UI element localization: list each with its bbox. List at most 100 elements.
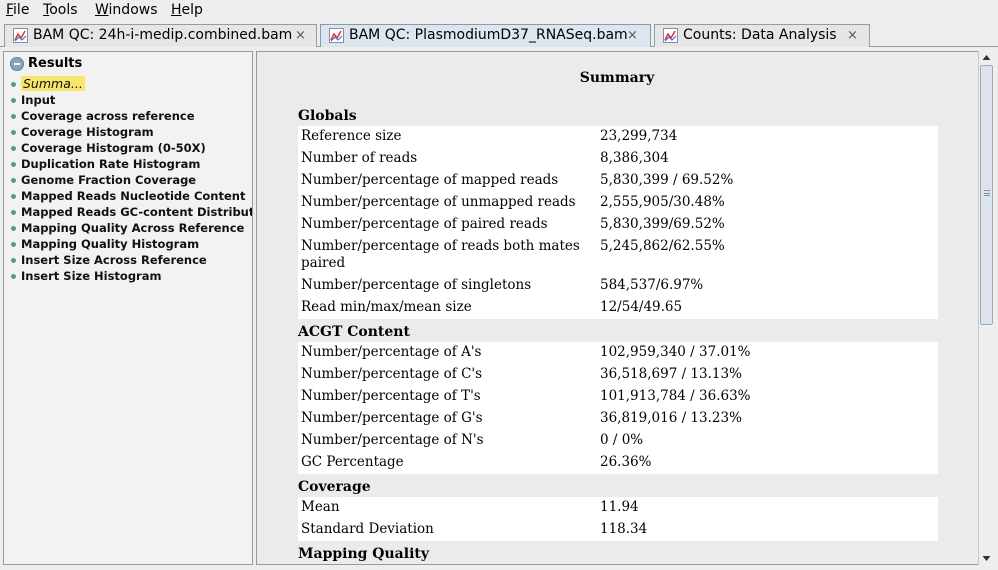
metric-value: 584,537/6.97% bbox=[600, 277, 704, 293]
metrics-table: Reference size 23,299,734 Number of reads 8… bbox=[298, 126, 938, 319]
table-row: Number/percentage of paired reads 5,830,3… bbox=[298, 214, 938, 236]
metric-name: Number/percentage of reads both mates pa… bbox=[301, 238, 580, 271]
table-row: Number/percentage of mapped reads 5,830,3… bbox=[298, 170, 938, 192]
tree-item-label: Genome Fraction Coverage bbox=[21, 173, 197, 187]
metric-name: Reference size bbox=[301, 128, 402, 144]
tree-item[interactable]: Mapping Quality Across Reference bbox=[8, 220, 244, 236]
table-row: Standard Deviation 118.34 bbox=[298, 519, 938, 541]
chart-icon bbox=[13, 28, 28, 43]
tree-item[interactable]: Summa... bbox=[8, 76, 85, 92]
table-row: Number/percentage of T's 101,913,784 / 36… bbox=[298, 386, 938, 408]
metric-name: Number/percentage of G's bbox=[301, 410, 483, 426]
tree-item-label: Insert Size Across Reference bbox=[21, 253, 207, 267]
table-row: Number of reads 8,386,304 bbox=[298, 148, 938, 170]
bullet-icon bbox=[11, 242, 16, 247]
collapse-icon[interactable] bbox=[10, 57, 24, 71]
section-heading: Coverage bbox=[298, 479, 371, 495]
menu-help[interactable]: Help bbox=[171, 1, 203, 19]
tree-item-label: Duplication Rate Histogram bbox=[21, 157, 201, 171]
metric-value: 102,959,340 / 37.01% bbox=[600, 344, 751, 360]
metric-name: GC Percentage bbox=[301, 454, 404, 470]
bullet-icon bbox=[11, 274, 16, 279]
section-heading: Mapping Quality bbox=[298, 546, 429, 562]
metric-value: 26.36% bbox=[600, 454, 652, 470]
tree-item[interactable]: Mapped Reads Nucleotide Content bbox=[8, 188, 245, 204]
metric-value: 2,555,905/30.48% bbox=[600, 194, 725, 210]
tree-item-label: Mapping Quality Across Reference bbox=[21, 221, 245, 235]
tree-item[interactable]: Duplication Rate Histogram bbox=[8, 156, 200, 172]
metric-value: 101,913,784 / 36.63% bbox=[600, 388, 751, 404]
close-icon[interactable]: × bbox=[627, 25, 638, 46]
tree-item[interactable]: Mapping Quality Histogram bbox=[8, 236, 199, 252]
chart-icon bbox=[663, 28, 678, 43]
metric-name: Mean bbox=[301, 499, 340, 515]
metric-value: 11.94 bbox=[600, 499, 639, 515]
bullet-icon bbox=[11, 258, 16, 263]
metric-value: 8,386,304 bbox=[600, 150, 669, 166]
tree-item-label: Input bbox=[21, 93, 56, 107]
bullet-icon bbox=[11, 114, 16, 119]
tree-item[interactable]: Mapped Reads GC-content Distributi bbox=[8, 204, 253, 220]
menu-bar: File Tools Windows Help bbox=[0, 0, 998, 21]
metric-name: Read min/max/mean size bbox=[301, 299, 472, 315]
table-row: Number/percentage of singletons 584,537/6… bbox=[298, 275, 938, 297]
tab-bam-qc-24h[interactable]: BAM QC: 24h-i-medip.combined.bam × bbox=[4, 24, 317, 47]
tab-counts-data-analysis[interactable]: Counts: Data Analysis × bbox=[654, 24, 870, 47]
tree-root-results[interactable]: Results bbox=[28, 56, 82, 72]
tab-bar: BAM QC: 24h-i-medip.combined.bam × BAM Q… bbox=[0, 21, 998, 47]
metric-value: 36,518,697 / 13.13% bbox=[600, 366, 742, 382]
close-icon[interactable]: × bbox=[295, 25, 306, 46]
bullet-icon bbox=[11, 130, 16, 135]
bullet-icon bbox=[11, 178, 16, 183]
section-heading: Globals bbox=[298, 108, 357, 124]
metric-name: Number/percentage of C's bbox=[301, 366, 483, 382]
tree-item-label: Summa... bbox=[21, 76, 85, 91]
tree-item[interactable]: Coverage Histogram (0-50X) bbox=[8, 140, 206, 156]
tab-label: BAM QC: PlasmodiumD37_RNASeq.bam bbox=[349, 27, 628, 43]
tab-label: BAM QC: 24h-i-medip.combined.bam bbox=[33, 27, 293, 43]
metric-value: 118.34 bbox=[600, 521, 648, 537]
tree-item-label: Coverage Histogram (0-50X) bbox=[21, 141, 206, 155]
tree-item[interactable]: Input bbox=[8, 92, 55, 108]
menu-windows[interactable]: Windows bbox=[95, 1, 158, 19]
table-row: Number/percentage of G's 36,819,016 / 13.… bbox=[298, 408, 938, 430]
metric-value: 5,245,862/62.55% bbox=[600, 238, 725, 254]
bullet-icon bbox=[11, 98, 16, 103]
table-row: Mean 11.94 bbox=[298, 497, 938, 519]
grip-icon bbox=[984, 190, 990, 196]
menu-tools[interactable]: Tools bbox=[43, 1, 78, 19]
bullet-icon bbox=[11, 194, 16, 199]
tree-item[interactable]: Genome Fraction Coverage bbox=[8, 172, 196, 188]
table-row: Reference size 23,299,734 bbox=[298, 126, 938, 148]
metric-name: Number of reads bbox=[301, 150, 418, 166]
results-tree: Results Summa... Input Coverage across ref… bbox=[3, 51, 253, 565]
metric-value: 23,299,734 bbox=[600, 128, 678, 144]
metric-name: Number/percentage of mapped reads bbox=[301, 172, 559, 188]
tree-item[interactable]: Insert Size Histogram bbox=[8, 268, 161, 284]
metric-name: Number/percentage of unmapped reads bbox=[301, 194, 576, 210]
tab-bam-qc-plasmodium[interactable]: BAM QC: PlasmodiumD37_RNASeq.bam × bbox=[320, 24, 651, 47]
tree-item[interactable]: Coverage across reference bbox=[8, 108, 195, 124]
table-row: Number/percentage of unmapped reads 2,555… bbox=[298, 192, 938, 214]
table-row: Number/percentage of reads both mates pa… bbox=[298, 236, 938, 275]
metric-name: Number/percentage of A's bbox=[301, 344, 482, 360]
scroll-up-icon[interactable] bbox=[979, 51, 994, 65]
metric-value: 12/54/49.65 bbox=[600, 299, 683, 315]
metric-name: Standard Deviation bbox=[301, 521, 434, 537]
scroll-down-icon[interactable] bbox=[979, 551, 994, 565]
bullet-icon bbox=[11, 210, 16, 215]
metrics-table: Number/percentage of A's 102,959,340 / 37… bbox=[298, 342, 938, 474]
table-row: Number/percentage of C's 36,518,697 / 13.… bbox=[298, 364, 938, 386]
vertical-scrollbar[interactable] bbox=[978, 51, 994, 565]
metric-name: Number/percentage of singletons bbox=[301, 277, 532, 293]
bullet-icon bbox=[11, 82, 16, 87]
tab-label: Counts: Data Analysis bbox=[683, 27, 837, 43]
tree-item[interactable]: Insert Size Across Reference bbox=[8, 252, 207, 268]
close-icon[interactable]: × bbox=[847, 25, 858, 46]
scrollbar-thumb[interactable] bbox=[980, 65, 993, 325]
table-row: Number/percentage of N's 0 / 0% bbox=[298, 430, 938, 452]
bullet-icon bbox=[11, 226, 16, 231]
menu-file[interactable]: File bbox=[6, 1, 29, 19]
tree-item-label: Mapped Reads GC-content Distributi bbox=[21, 205, 253, 219]
tree-item[interactable]: Coverage Histogram bbox=[8, 124, 154, 140]
